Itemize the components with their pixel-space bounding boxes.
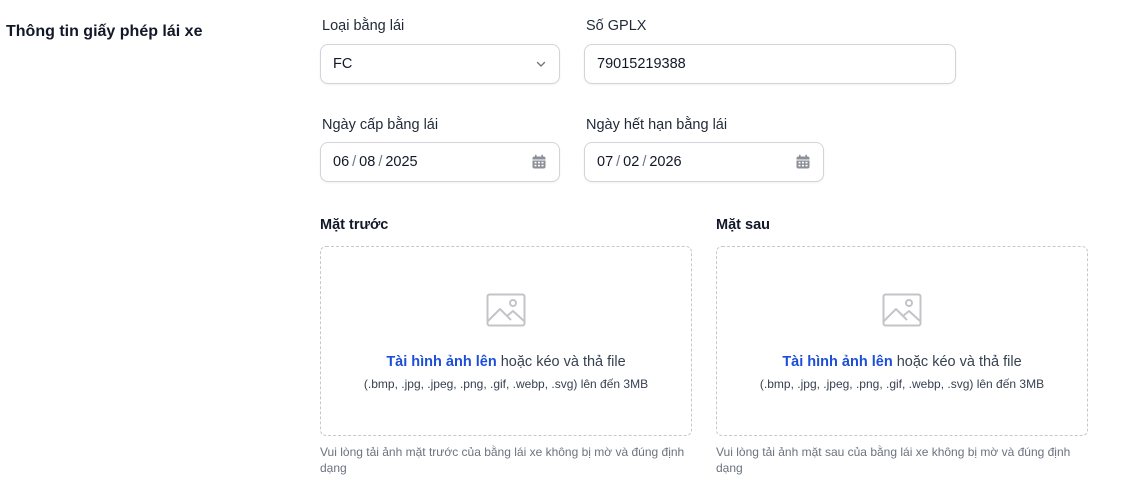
date-separator: /	[642, 154, 647, 170]
front-upload-link[interactable]: Tài hình ảnh lên	[386, 354, 496, 370]
license-number-input[interactable]: 79015219388	[584, 44, 956, 84]
expiry-date-day[interactable]: 07	[597, 154, 613, 170]
front-drag-text: hoặc kéo và thả file	[500, 354, 626, 370]
date-separator: /	[616, 154, 621, 170]
calendar-icon[interactable]	[795, 154, 811, 170]
license-type-label: Loại bằng lái	[322, 18, 405, 34]
back-hint-text: Vui lòng tải ảnh mặt sau của bằng lái xe…	[716, 445, 1071, 475]
back-side-label: Mặt sau	[716, 217, 770, 233]
front-side-label: Mặt trước	[320, 217, 389, 233]
issue-date-month[interactable]: 08	[359, 154, 375, 170]
back-upload-link[interactable]: Tài hình ảnh lên	[782, 354, 892, 370]
license-number-label: Số GPLX	[586, 18, 647, 34]
expiry-date-month[interactable]: 02	[623, 154, 639, 170]
expiry-date-label: Ngày hết hạn bằng lái	[586, 117, 728, 133]
front-upload-dropzone[interactable]: Tài hình ảnh lên hoặc kéo và thả file (.…	[320, 246, 692, 436]
front-formats-text: (.bmp, .jpg, .jpeg, .png, .gif, .webp, .…	[363, 377, 649, 391]
issue-date-day[interactable]: 06	[333, 154, 349, 170]
back-upload-dropzone[interactable]: Tài hình ảnh lên hoặc kéo và thả file (.…	[716, 246, 1088, 436]
back-upload-text: Tài hình ảnh lên hoặc kéo và thả file	[782, 354, 1021, 370]
issue-date-input[interactable]: 06 / 08 / 2025	[320, 142, 560, 182]
license-type-select[interactable]: FC	[320, 44, 560, 84]
license-type-value: FC	[333, 56, 353, 72]
front-upload-text: Tài hình ảnh lên hoặc kéo và thả file	[386, 354, 625, 370]
image-icon	[882, 293, 922, 332]
date-separator: /	[378, 154, 383, 170]
calendar-icon[interactable]	[531, 154, 547, 170]
driver-license-form: Thông tin giấy phép lái xe Loại bằng lái…	[0, 0, 1130, 498]
back-formats-text: (.bmp, .jpg, .jpeg, .png, .gif, .webp, .…	[759, 377, 1045, 391]
license-number-value: 79015219388	[597, 56, 686, 72]
issue-date-label: Ngày cấp bằng lái	[322, 117, 439, 133]
chevron-down-icon	[535, 58, 547, 70]
image-icon	[486, 293, 526, 332]
date-separator: /	[352, 154, 357, 170]
front-hint-text: Vui lòng tải ảnh mặt trước của bằng lái …	[320, 445, 685, 475]
expiry-date-year[interactable]: 2026	[649, 154, 681, 170]
back-drag-text: hoặc kéo và thả file	[896, 354, 1022, 370]
section-title: Thông tin giấy phép lái xe	[6, 23, 203, 40]
issue-date-year[interactable]: 2025	[385, 154, 417, 170]
expiry-date-input[interactable]: 07 / 02 / 2026	[584, 142, 824, 182]
